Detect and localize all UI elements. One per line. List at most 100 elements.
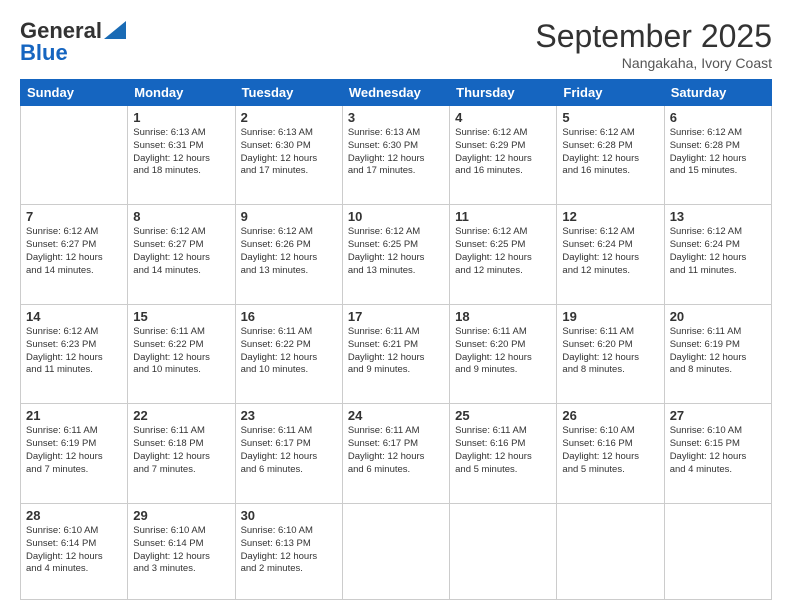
logo-icon <box>104 21 126 39</box>
table-row: 4 Sunrise: 6:12 AM Sunset: 6:29 PM Daylig… <box>450 106 557 205</box>
table-row: 9 Sunrise: 6:12 AM Sunset: 6:26 PM Daylig… <box>235 205 342 304</box>
day-number: 6 <box>670 110 766 125</box>
table-row: 26 Sunrise: 6:10 AM Sunset: 6:16 PM Dayli… <box>557 404 664 503</box>
day-info: Sunrise: 6:11 AM Sunset: 6:22 PM Dayligh… <box>133 326 229 377</box>
day-info: Sunrise: 6:11 AM Sunset: 6:17 PM Dayligh… <box>241 425 337 476</box>
table-row: 24 Sunrise: 6:11 AM Sunset: 6:17 PM Dayli… <box>342 404 449 503</box>
table-row: 19 Sunrise: 6:11 AM Sunset: 6:20 PM Dayli… <box>557 304 664 403</box>
day-number: 9 <box>241 209 337 224</box>
day-number: 26 <box>562 408 658 423</box>
table-row <box>450 503 557 599</box>
day-number: 22 <box>133 408 229 423</box>
day-number: 21 <box>26 408 122 423</box>
table-row: 14 Sunrise: 6:12 AM Sunset: 6:23 PM Dayli… <box>21 304 128 403</box>
table-row: 6 Sunrise: 6:12 AM Sunset: 6:28 PM Daylig… <box>664 106 771 205</box>
table-row: 13 Sunrise: 6:12 AM Sunset: 6:24 PM Dayli… <box>664 205 771 304</box>
day-info: Sunrise: 6:12 AM Sunset: 6:23 PM Dayligh… <box>26 326 122 377</box>
calendar-body: 1 Sunrise: 6:13 AM Sunset: 6:31 PM Daylig… <box>21 106 772 600</box>
day-number: 15 <box>133 309 229 324</box>
day-number: 3 <box>348 110 444 125</box>
day-number: 20 <box>670 309 766 324</box>
table-row <box>557 503 664 599</box>
day-number: 29 <box>133 508 229 523</box>
day-number: 19 <box>562 309 658 324</box>
day-info: Sunrise: 6:10 AM Sunset: 6:15 PM Dayligh… <box>670 425 766 476</box>
day-info: Sunrise: 6:11 AM Sunset: 6:21 PM Dayligh… <box>348 326 444 377</box>
month-title: September 2025 <box>535 18 772 55</box>
day-info: Sunrise: 6:10 AM Sunset: 6:16 PM Dayligh… <box>562 425 658 476</box>
table-row: 7Sunrise: 6:12 AM Sunset: 6:27 PM Daylig… <box>21 205 128 304</box>
day-number: 12 <box>562 209 658 224</box>
table-row: 22 Sunrise: 6:11 AM Sunset: 6:18 PM Dayli… <box>128 404 235 503</box>
table-row: 20 Sunrise: 6:11 AM Sunset: 6:19 PM Dayli… <box>664 304 771 403</box>
col-sunday: Sunday <box>21 80 128 106</box>
day-info: Sunrise: 6:13 AM Sunset: 6:31 PM Dayligh… <box>133 127 229 178</box>
table-row: 12 Sunrise: 6:12 AM Sunset: 6:24 PM Dayli… <box>557 205 664 304</box>
table-row: 29 Sunrise: 6:10 AM Sunset: 6:14 PM Dayli… <box>128 503 235 599</box>
day-number: 30 <box>241 508 337 523</box>
day-number: 13 <box>670 209 766 224</box>
day-info: Sunrise: 6:11 AM Sunset: 6:19 PM Dayligh… <box>26 425 122 476</box>
day-info: Sunrise: 6:11 AM Sunset: 6:18 PM Dayligh… <box>133 425 229 476</box>
day-number: 18 <box>455 309 551 324</box>
day-info: Sunrise: 6:11 AM Sunset: 6:20 PM Dayligh… <box>455 326 551 377</box>
day-number: 11 <box>455 209 551 224</box>
day-number: 7 <box>26 209 122 224</box>
day-info: Sunrise: 6:11 AM Sunset: 6:20 PM Dayligh… <box>562 326 658 377</box>
day-number: 4 <box>455 110 551 125</box>
day-info: Sunrise: 6:12 AM Sunset: 6:24 PM Dayligh… <box>670 226 766 277</box>
table-row: 5Sunrise: 6:12 AM Sunset: 6:28 PM Daylig… <box>557 106 664 205</box>
day-number: 5 <box>562 110 658 125</box>
col-monday: Monday <box>128 80 235 106</box>
logo: General Blue <box>20 18 126 66</box>
day-number: 10 <box>348 209 444 224</box>
day-number: 17 <box>348 309 444 324</box>
table-row: 27 Sunrise: 6:10 AM Sunset: 6:15 PM Dayli… <box>664 404 771 503</box>
day-info: Sunrise: 6:12 AM Sunset: 6:28 PM Dayligh… <box>670 127 766 178</box>
col-wednesday: Wednesday <box>342 80 449 106</box>
table-row <box>21 106 128 205</box>
table-row <box>342 503 449 599</box>
col-friday: Friday <box>557 80 664 106</box>
table-row: 8Sunrise: 6:12 AM Sunset: 6:27 PM Daylig… <box>128 205 235 304</box>
table-row: 25Sunrise: 6:11 AM Sunset: 6:16 PM Dayli… <box>450 404 557 503</box>
day-number: 14 <box>26 309 122 324</box>
table-row: 2 Sunrise: 6:13 AM Sunset: 6:30 PM Daylig… <box>235 106 342 205</box>
day-info: Sunrise: 6:12 AM Sunset: 6:27 PM Dayligh… <box>133 226 229 277</box>
table-row: 23Sunrise: 6:11 AM Sunset: 6:17 PM Dayli… <box>235 404 342 503</box>
location: Nangakaha, Ivory Coast <box>535 55 772 71</box>
table-row: 16 Sunrise: 6:11 AM Sunset: 6:22 PM Dayli… <box>235 304 342 403</box>
col-saturday: Saturday <box>664 80 771 106</box>
table-row: 18 Sunrise: 6:11 AM Sunset: 6:20 PM Dayli… <box>450 304 557 403</box>
title-block: September 2025 Nangakaha, Ivory Coast <box>535 18 772 71</box>
day-number: 24 <box>348 408 444 423</box>
day-info: Sunrise: 6:11 AM Sunset: 6:22 PM Dayligh… <box>241 326 337 377</box>
col-tuesday: Tuesday <box>235 80 342 106</box>
day-info: Sunrise: 6:10 AM Sunset: 6:14 PM Dayligh… <box>133 525 229 576</box>
table-row <box>664 503 771 599</box>
calendar-header-row: Sunday Monday Tuesday Wednesday Thursday… <box>21 80 772 106</box>
day-info: Sunrise: 6:11 AM Sunset: 6:19 PM Dayligh… <box>670 326 766 377</box>
day-info: Sunrise: 6:12 AM Sunset: 6:26 PM Dayligh… <box>241 226 337 277</box>
day-number: 2 <box>241 110 337 125</box>
table-row: 17 Sunrise: 6:11 AM Sunset: 6:21 PM Dayli… <box>342 304 449 403</box>
day-info: Sunrise: 6:12 AM Sunset: 6:24 PM Dayligh… <box>562 226 658 277</box>
day-info: Sunrise: 6:10 AM Sunset: 6:13 PM Dayligh… <box>241 525 337 576</box>
page: General Blue September 2025 Nangakaha, I… <box>0 0 792 612</box>
day-info: Sunrise: 6:10 AM Sunset: 6:14 PM Dayligh… <box>26 525 122 576</box>
day-info: Sunrise: 6:11 AM Sunset: 6:17 PM Dayligh… <box>348 425 444 476</box>
day-number: 25 <box>455 408 551 423</box>
day-number: 27 <box>670 408 766 423</box>
header: General Blue September 2025 Nangakaha, I… <box>20 18 772 71</box>
table-row: 3 Sunrise: 6:13 AM Sunset: 6:30 PM Daylig… <box>342 106 449 205</box>
day-number: 16 <box>241 309 337 324</box>
col-thursday: Thursday <box>450 80 557 106</box>
day-info: Sunrise: 6:12 AM Sunset: 6:29 PM Dayligh… <box>455 127 551 178</box>
table-row: 10Sunrise: 6:12 AM Sunset: 6:25 PM Dayli… <box>342 205 449 304</box>
table-row: 11Sunrise: 6:12 AM Sunset: 6:25 PM Dayli… <box>450 205 557 304</box>
day-number: 1 <box>133 110 229 125</box>
day-info: Sunrise: 6:13 AM Sunset: 6:30 PM Dayligh… <box>348 127 444 178</box>
table-row: 15 Sunrise: 6:11 AM Sunset: 6:22 PM Dayli… <box>128 304 235 403</box>
day-info: Sunrise: 6:13 AM Sunset: 6:30 PM Dayligh… <box>241 127 337 178</box>
table-row: 28Sunrise: 6:10 AM Sunset: 6:14 PM Dayli… <box>21 503 128 599</box>
